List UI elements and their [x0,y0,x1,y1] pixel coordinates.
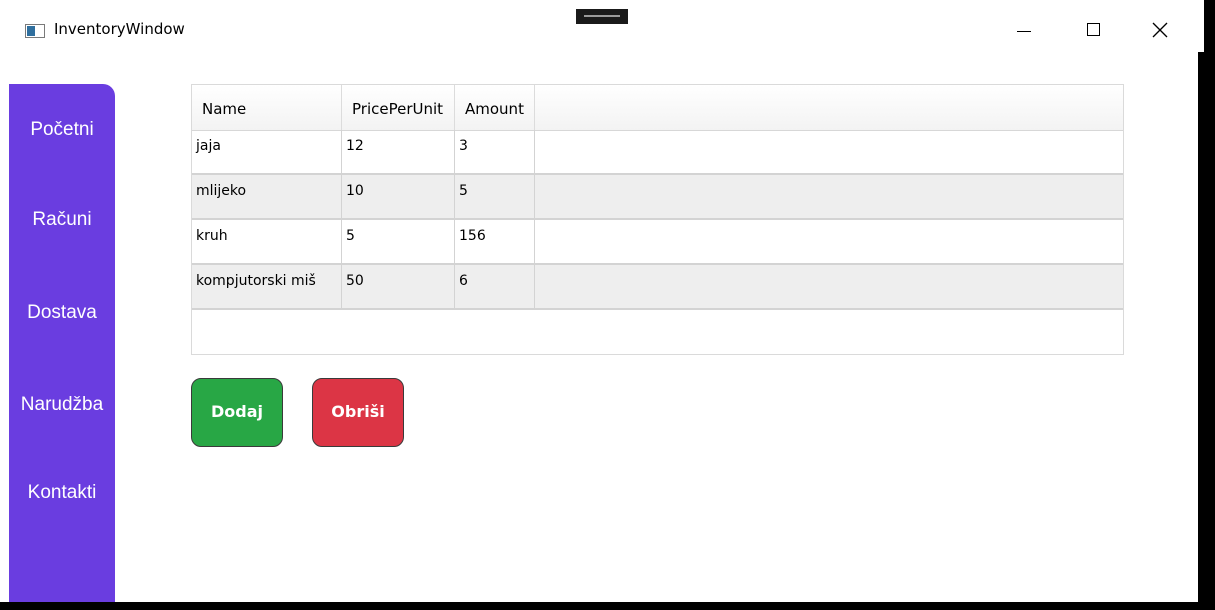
cell-amount[interactable]: 3 [455,130,535,173]
delete-button[interactable]: Obriši [312,378,404,447]
table-row[interactable]: jaja 12 3 [192,130,1123,175]
cell-filler [535,175,1123,218]
sidebar-item-narudzba[interactable]: Narudžba [9,394,115,416]
sidebar-item-racuni[interactable]: Računi [9,209,115,231]
cell-price[interactable]: 12 [342,130,455,173]
window-frame-gap [1198,0,1204,52]
window-frame-bottom [0,602,1215,610]
app-window-icon [25,24,45,38]
close-icon[interactable] [1137,16,1183,46]
cell-filler [535,265,1123,308]
inventory-grid[interactable]: Name PricePerUnit Amount jaja 12 3 mlije… [191,84,1124,355]
window-frame-right [1198,0,1215,610]
cell-price[interactable]: 50 [342,265,455,308]
table-row[interactable]: kruh 5 156 [192,220,1123,265]
title-bar[interactable]: InventoryWindow [0,0,1198,62]
cell-amount[interactable]: 6 [455,265,535,308]
sidebar-item-dostava[interactable]: Dostava [9,302,115,324]
add-button[interactable]: Dodaj [191,378,283,447]
sidebar: Početni Računi Dostava Narudžba Kontakti [9,84,115,602]
cell-price[interactable]: 5 [342,220,455,263]
sidebar-item-pocetni[interactable]: Početni [9,119,115,141]
cell-name[interactable]: kruh [192,220,342,263]
grid-header: Name PricePerUnit Amount [192,85,1123,131]
table-row[interactable]: kompjutorski miš 50 6 [192,265,1123,310]
cell-name[interactable]: jaja [192,130,342,173]
cell-price[interactable]: 10 [342,175,455,218]
drag-handle[interactable] [576,9,628,24]
column-header-price[interactable]: PricePerUnit [342,85,455,130]
column-header-filler [535,85,1123,130]
table-row[interactable]: mlijeko 10 5 [192,175,1123,220]
cell-filler [535,130,1123,173]
window-title: InventoryWindow [54,20,185,38]
new-row-placeholder[interactable] [192,310,1123,355]
maximize-icon[interactable] [1070,16,1116,46]
cell-amount[interactable]: 156 [455,220,535,263]
cell-name[interactable]: kompjutorski miš [192,265,342,308]
cell-filler [535,220,1123,263]
column-header-name[interactable]: Name [192,85,342,130]
cell-amount[interactable]: 5 [455,175,535,218]
cell-name[interactable]: mlijeko [192,175,342,218]
minimize-icon[interactable] [1000,16,1046,46]
sidebar-item-kontakti[interactable]: Kontakti [9,482,115,504]
column-header-amount[interactable]: Amount [455,85,535,130]
